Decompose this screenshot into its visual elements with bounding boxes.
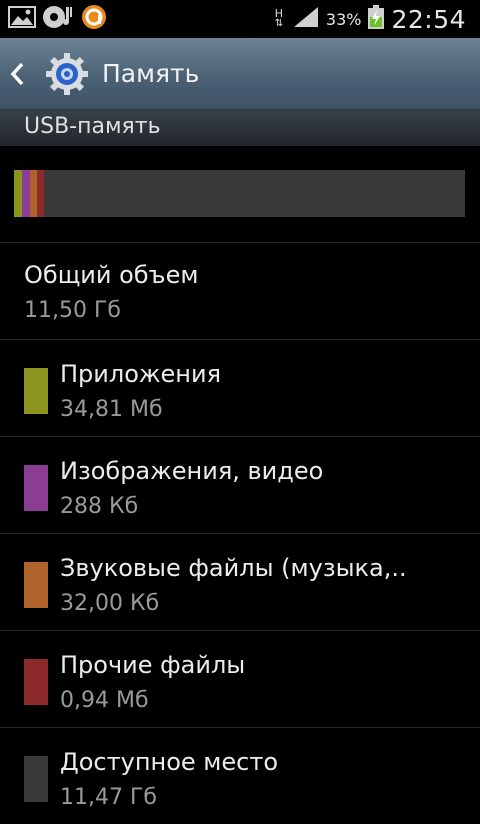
total-space-label: Общий объем [24,261,199,289]
color-swatch-other [24,659,48,705]
data-transfer-icon: H ⇅ [272,8,286,29]
section-header-usb-storage: USB-память [0,110,480,146]
battery-percent: 33% [325,9,362,29]
storage-usage-bar [14,170,465,217]
gallery-icon [8,5,36,33]
item-size: 34,81 Мб [60,397,163,422]
usage-segment-audio [29,170,37,217]
storage-item-images-video[interactable]: Изображения, видео 288 Кб [0,437,480,533]
color-swatch-images [24,465,48,511]
color-swatch-free [24,756,48,802]
status-icons: H ⇅ 33% 22:54 [272,4,480,34]
usage-segment-images [22,170,30,217]
chevron-left-icon [10,62,24,85]
item-label: Прочие файлы [60,651,246,679]
signal-icon [292,5,320,33]
page-title: Память [102,59,200,88]
color-swatch-apps [24,368,48,414]
app-notification-icon [80,3,108,35]
back-button[interactable] [0,62,40,86]
color-swatch-audio [24,562,48,608]
item-label: Звуковые файлы (музыка,.. [60,554,407,582]
clock: 22:54 [391,4,466,34]
item-size: 0,94 Мб [60,688,149,713]
storage-item-other-files[interactable]: Прочие файлы 0,94 Мб [0,631,480,727]
battery-charging-icon [367,4,385,34]
item-label: Приложения [60,360,222,388]
usage-segment-apps [14,170,23,217]
status-bar: H ⇅ 33% 22:54 [0,0,480,38]
action-bar: Память [0,38,480,110]
settings-gear-icon[interactable] [44,51,90,97]
item-label: Изображения, видео [60,457,324,485]
storage-item-apps[interactable]: Приложения 34,81 Мб [0,340,480,436]
item-size: 32,00 Кб [60,591,160,616]
total-space-value: 11,50 Гб [24,298,121,323]
storage-item-free-space[interactable]: Доступное место 11,47 Гб [0,728,480,824]
item-label: Доступное место [60,748,279,776]
storage-item-audio[interactable]: Звуковые файлы (музыка,.. 32,00 Кб [0,534,480,630]
total-space-row[interactable]: Общий объем 11,50 Гб [0,243,480,339]
music-notification-icon [42,4,74,34]
item-size: 11,47 Гб [60,785,157,810]
item-size: 288 Кб [60,494,139,519]
usage-segment-other [36,170,45,217]
notification-icons [0,3,108,35]
